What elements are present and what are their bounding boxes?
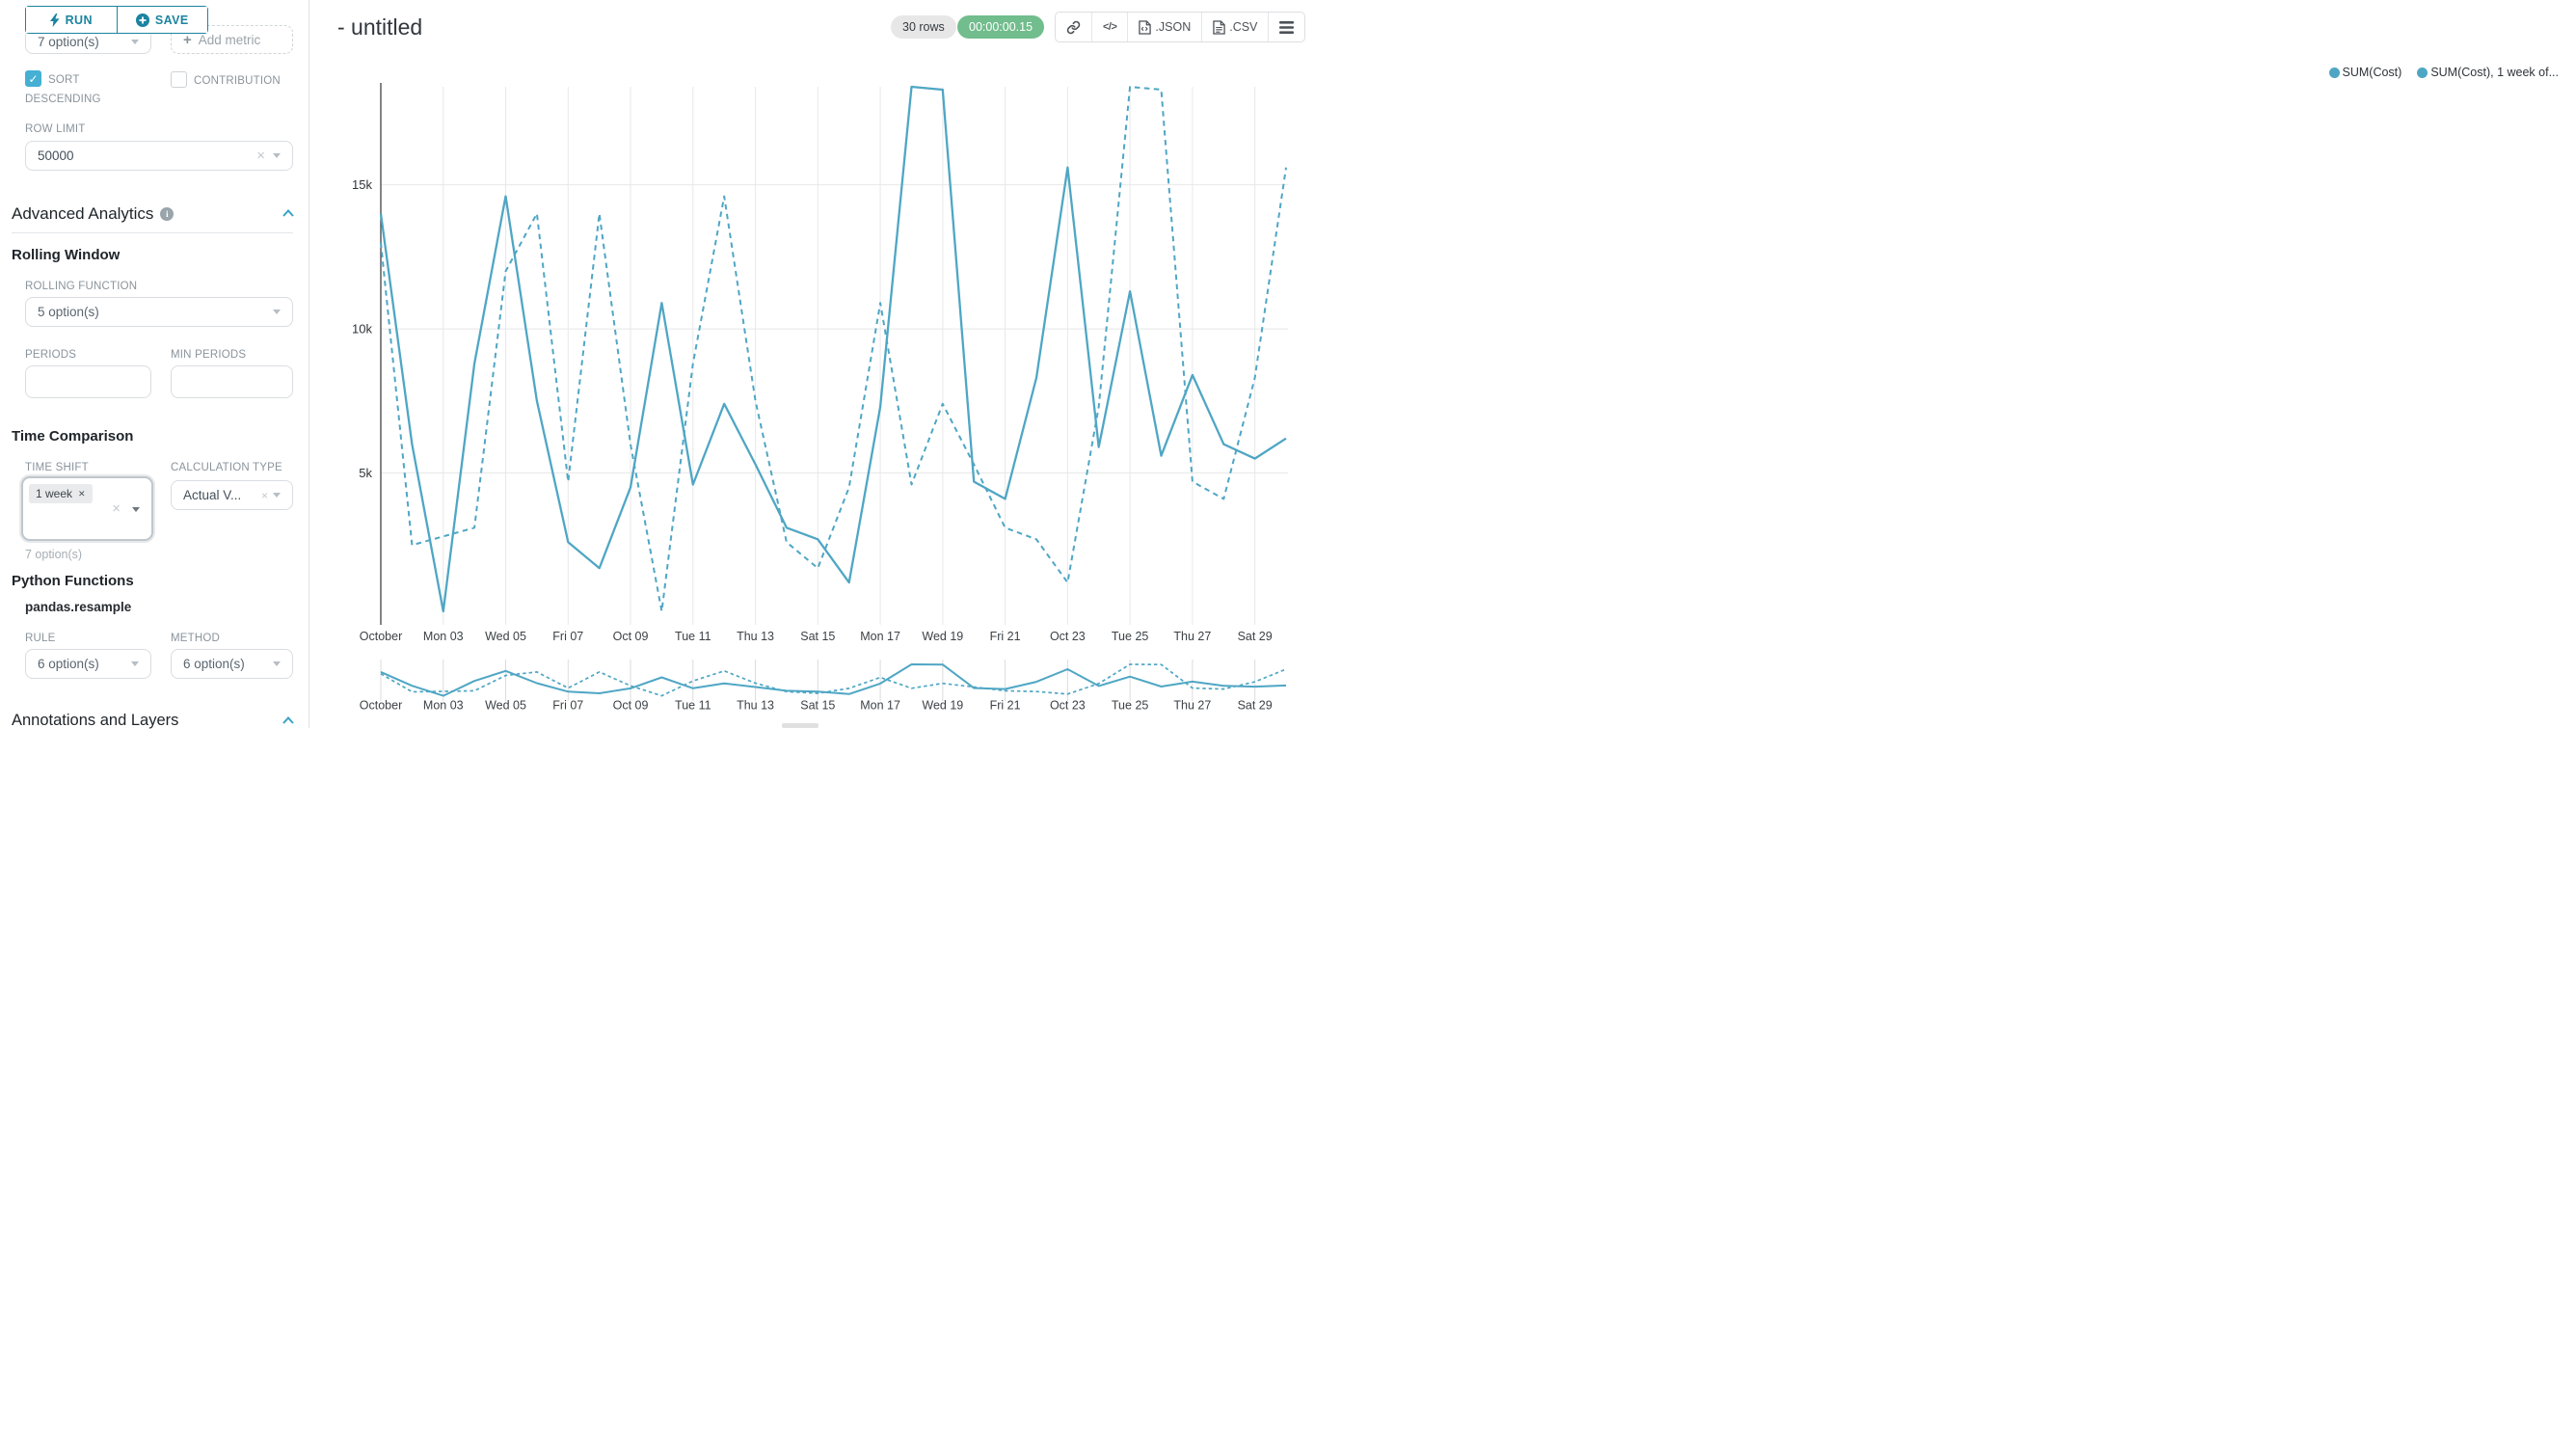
svg-text:Sat 29: Sat 29 [1238, 699, 1273, 713]
svg-text:Oct 09: Oct 09 [613, 630, 649, 643]
timeseries-line-chart[interactable]: 5k 10k 15k October Mon 03 Wed 05 Fri 07 Oct 09 T… [0, 0, 1288, 728]
run-save-button-group: RUN SAVE [25, 6, 208, 34]
svg-text:Tue 11: Tue 11 [675, 699, 711, 713]
save-button[interactable]: SAVE [117, 7, 208, 33]
save-button-label: SAVE [155, 13, 189, 27]
svg-text:Wed 19: Wed 19 [922, 699, 963, 713]
svg-text:Mon 17: Mon 17 [860, 630, 900, 643]
svg-text:Sat 15: Sat 15 [800, 630, 835, 643]
svg-text:Thu 27: Thu 27 [1173, 630, 1211, 643]
svg-text:Thu 27: Thu 27 [1173, 699, 1211, 713]
svg-text:Thu 13: Thu 13 [737, 630, 774, 643]
svg-text:Thu 13: Thu 13 [737, 699, 774, 713]
svg-text:Oct 23: Oct 23 [1050, 699, 1086, 713]
legend-label: SUM(Cost) [2343, 66, 2402, 79]
svg-text:Fri 21: Fri 21 [990, 699, 1021, 713]
legend-dot-icon [2417, 67, 2428, 78]
svg-text:Sat 29: Sat 29 [1238, 630, 1273, 643]
scrollbar-thumb[interactable] [782, 723, 818, 728]
svg-text:15k: 15k [352, 177, 372, 192]
svg-text:October: October [360, 630, 402, 643]
svg-text:Mon 17: Mon 17 [860, 699, 900, 713]
svg-text:October: October [360, 699, 402, 713]
chart-legend: SUM(Cost) SUM(Cost), 1 week of... [2329, 66, 2560, 79]
svg-text:Mon 03: Mon 03 [423, 630, 464, 643]
svg-text:Sat 15: Sat 15 [800, 699, 835, 713]
svg-text:Mon 03: Mon 03 [423, 699, 464, 713]
run-button[interactable]: RUN [26, 7, 117, 33]
svg-text:Tue 25: Tue 25 [1112, 699, 1149, 713]
legend-label: SUM(Cost), 1 week of... [2430, 66, 2559, 79]
svg-text:10k: 10k [352, 322, 372, 337]
plus-circle-icon [136, 13, 149, 27]
svg-text:Tue 25: Tue 25 [1112, 630, 1149, 643]
legend-item-sum-cost-offset[interactable]: SUM(Cost), 1 week of... [2417, 66, 2559, 79]
svg-text:5k: 5k [359, 466, 372, 480]
svg-text:Fri 07: Fri 07 [552, 699, 583, 713]
svg-text:Tue 11: Tue 11 [675, 630, 711, 643]
svg-text:Fri 21: Fri 21 [990, 630, 1021, 643]
svg-text:Wed 05: Wed 05 [485, 699, 526, 713]
svg-text:Oct 09: Oct 09 [613, 699, 649, 713]
svg-text:Oct 23: Oct 23 [1050, 630, 1086, 643]
bolt-icon [50, 13, 60, 27]
svg-text:Fri 07: Fri 07 [552, 630, 583, 643]
run-button-label: RUN [66, 13, 93, 27]
svg-text:Wed 05: Wed 05 [485, 630, 526, 643]
legend-dot-icon [2329, 67, 2340, 78]
svg-text:Wed 19: Wed 19 [922, 630, 963, 643]
legend-item-sum-cost[interactable]: SUM(Cost) [2329, 66, 2402, 79]
